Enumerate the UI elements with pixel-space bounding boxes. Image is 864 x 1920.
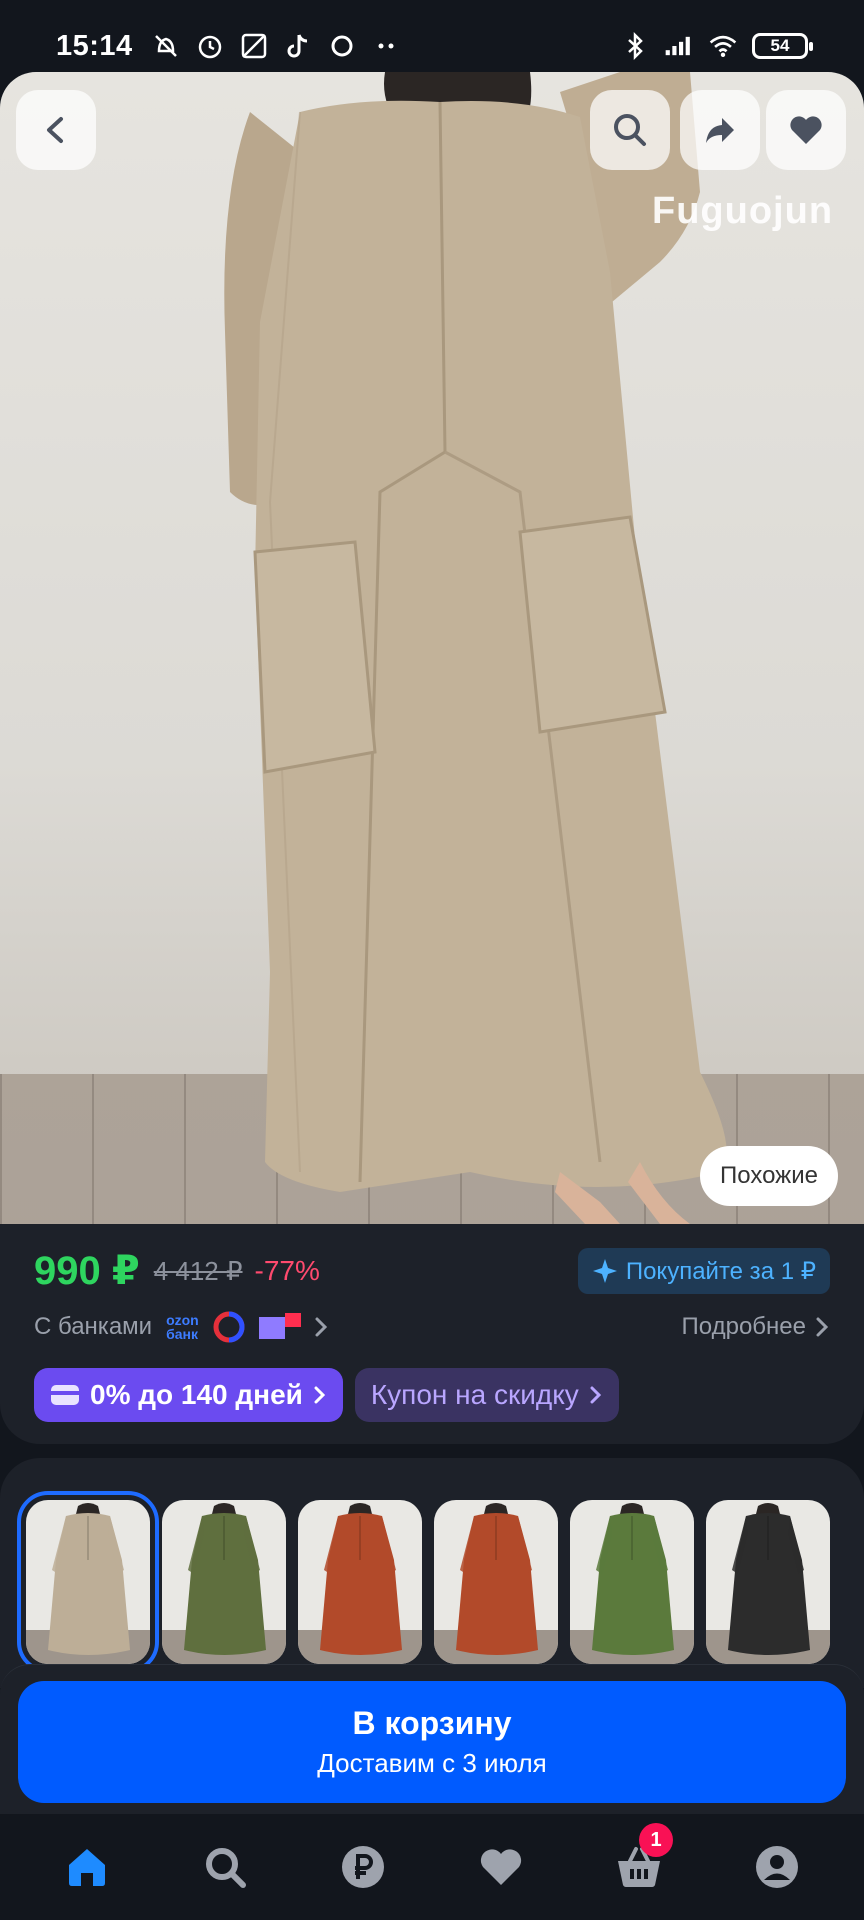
more-notifications-icon — [371, 31, 401, 61]
variant-dress-icon — [434, 1503, 558, 1664]
offer-chips: 0% до 140 дней Купон на скидку — [34, 1368, 830, 1422]
nav-finance[interactable] — [323, 1827, 403, 1907]
bluetooth-icon — [620, 31, 650, 61]
variant-dress-icon — [706, 1503, 830, 1664]
signal-icon — [664, 31, 694, 61]
coupon-chip[interactable]: Купон на скидку — [354, 1368, 619, 1422]
favorite-button[interactable] — [766, 90, 846, 170]
price-row: 990 ₽ 4 412 ₽ -77% Покупайте за 1 ₽ — [34, 1244, 830, 1298]
add-to-cart-bar: В корзину Доставим с 3 июля — [0, 1664, 864, 1814]
share-button[interactable] — [680, 90, 760, 170]
bank-logo-icon — [213, 1311, 245, 1343]
chevron-left-icon — [47, 117, 63, 143]
chevron-right-icon — [590, 1386, 601, 1404]
variant-dress-icon — [162, 1503, 286, 1664]
similar-button[interactable]: Похожие — [700, 1146, 838, 1206]
search-icon — [614, 114, 646, 146]
buy-for-one-ruble-button[interactable]: Покупайте за 1 ₽ — [577, 1248, 830, 1294]
variant-dress-icon — [570, 1503, 694, 1664]
bank-card-logo-icon — [258, 1313, 301, 1339]
banks-row[interactable]: С банками ozon банк Подробнее — [34, 1302, 830, 1352]
color-variants — [0, 1458, 864, 1688]
nav-cart[interactable]: 1 — [599, 1823, 679, 1907]
back-button[interactable] — [16, 90, 96, 170]
variant-dress-icon — [298, 1503, 422, 1664]
current-price: 990 ₽ — [34, 1249, 140, 1293]
variant-thumb[interactable] — [570, 1500, 694, 1664]
cart-count-badge: 1 — [639, 1823, 673, 1857]
card-icon — [51, 1385, 79, 1405]
add-to-cart-button[interactable]: В корзину Доставим с 3 июля — [18, 1681, 846, 1803]
banks-label: С банками — [34, 1313, 153, 1340]
nav-home[interactable] — [47, 1827, 127, 1907]
delivery-date: Доставим с 3 июля — [317, 1748, 547, 1778]
profile-icon — [756, 1846, 798, 1888]
old-price: 4 412 ₽ — [153, 1255, 243, 1286]
variant-thumb[interactable] — [434, 1500, 558, 1664]
installment-chip[interactable]: 0% до 140 дней — [34, 1368, 343, 1422]
heart-icon — [480, 1849, 522, 1885]
add-to-cart-title: В корзину — [352, 1705, 512, 1741]
search-button[interactable] — [590, 90, 670, 170]
ozon-bank-logo-line1: ozon — [166, 1312, 199, 1328]
buy-for-label: Покупайте за 1 ₽ — [625, 1257, 816, 1285]
chat-icon — [327, 31, 357, 61]
more-details-label: Подробнее — [681, 1313, 806, 1340]
variant-dress-icon — [26, 1503, 150, 1664]
app-icon — [239, 31, 269, 61]
brand-watermark: Fuguojun — [652, 190, 834, 232]
chevron-right-icon — [315, 1317, 327, 1337]
heart-icon — [790, 116, 822, 144]
search-icon — [206, 1848, 246, 1888]
nav-profile[interactable] — [737, 1827, 817, 1907]
tiktok-icon — [283, 31, 313, 61]
bottom-navigation: 1 — [0, 1814, 864, 1920]
status-time: 15:14 — [56, 29, 133, 62]
variant-thumb[interactable] — [298, 1500, 422, 1664]
nav-favorites[interactable] — [461, 1827, 541, 1907]
variant-thumb[interactable] — [706, 1500, 830, 1664]
chevron-right-icon — [816, 1317, 829, 1337]
status-right-icons: 54 — [620, 31, 813, 61]
price-card: 990 ₽ 4 412 ₽ -77% Покупайте за 1 ₽ С ба… — [0, 1224, 864, 1444]
status-left-icons — [151, 31, 401, 61]
wifi-icon — [708, 31, 738, 61]
alarm-icon — [195, 31, 225, 61]
variant-thumb[interactable] — [17, 1491, 159, 1673]
more-details-link[interactable]: Подробнее — [682, 1313, 830, 1341]
ruble-icon — [342, 1846, 384, 1888]
share-icon — [706, 118, 734, 143]
installment-label: 0% до 140 дней — [90, 1379, 303, 1410]
discount-badge: -77% — [254, 1255, 320, 1286]
variant-thumb[interactable] — [162, 1500, 286, 1664]
product-image[interactable]: Fuguojun Похожие — [0, 72, 864, 1224]
nav-search[interactable] — [185, 1827, 265, 1907]
ozon-bank-logo: ozon банк — [166, 1313, 199, 1341]
home-icon — [69, 1849, 105, 1886]
ozon-bank-logo-line2: банк — [166, 1326, 198, 1342]
coupon-label: Купон на скидку — [370, 1379, 579, 1410]
mute-alarm-icon — [151, 31, 181, 61]
dress-illustration — [224, 72, 727, 1224]
sparkle-icon — [592, 1259, 617, 1283]
battery-indicator: 54 — [752, 33, 813, 59]
chevron-right-icon — [314, 1386, 325, 1404]
